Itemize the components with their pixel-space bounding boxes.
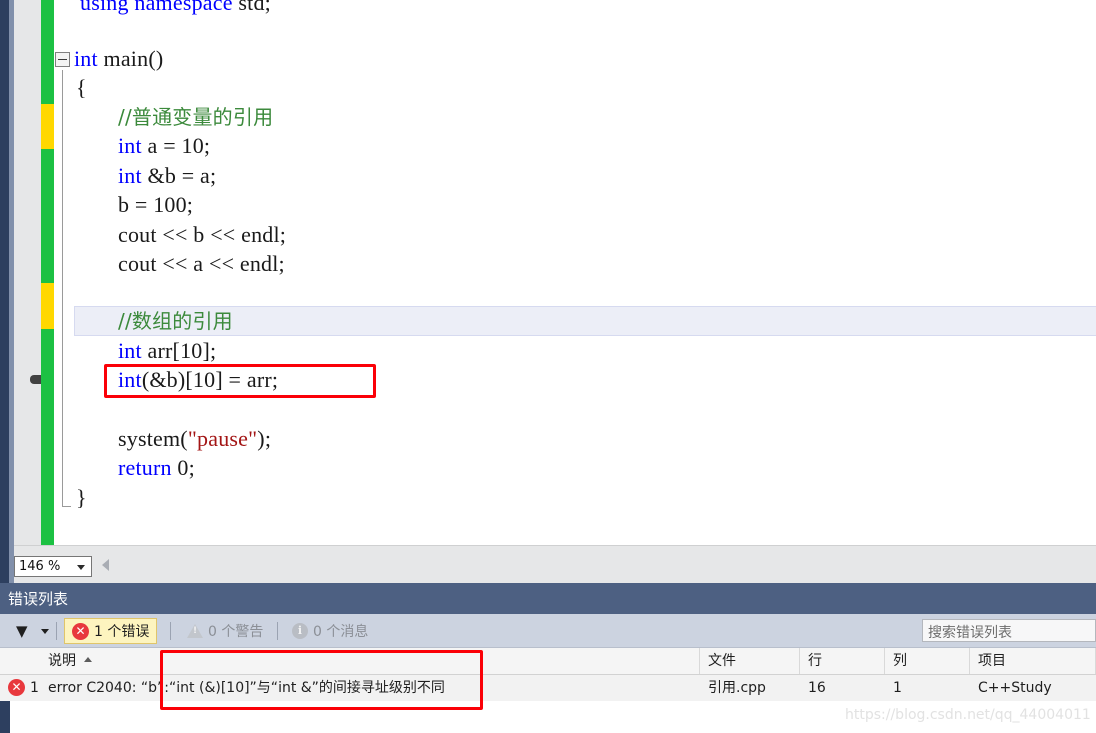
code-token-plain: } <box>76 485 87 510</box>
change-indicator-segment <box>41 149 54 283</box>
table-row[interactable]: ✕ 1 error C2040: “b”:“int (&)[10]”与“int &”… <box>0 675 1096 701</box>
row-project: C++Study <box>978 680 1052 696</box>
code-token-kw: namespace <box>134 0 233 15</box>
warnings-filter-button[interactable]: 0 个警告 <box>180 618 270 644</box>
column-header-label: 文件 <box>708 653 736 669</box>
code-token-kw: int <box>118 133 142 158</box>
code-token-plain: system( <box>118 426 188 451</box>
error-icon: ✕ <box>8 679 25 696</box>
code-line[interactable]: cout << b << endl; <box>54 220 286 250</box>
code-line[interactable]: int main() <box>54 44 163 74</box>
change-indicator-segment <box>41 0 54 104</box>
code-line[interactable]: b = 100; <box>54 190 193 220</box>
code-line[interactable]: int &b = a; <box>54 161 216 191</box>
code-token-plain: b = 100; <box>118 192 194 217</box>
messages-filter-button[interactable]: i 0 个消息 <box>285 618 375 644</box>
errors-filter-button[interactable]: ✕ 1 个错误 <box>64 618 158 644</box>
code-token-plain: ); <box>257 426 272 451</box>
code-token-kw: int <box>118 163 142 188</box>
row-column: 1 <box>893 680 902 696</box>
code-line[interactable]: //普通变量的引用 <box>54 102 273 132</box>
code-token-plain: &b = a; <box>141 163 217 188</box>
code-line[interactable]: int a = 10; <box>54 131 210 161</box>
code-line[interactable]: int arr[10]; <box>54 336 216 366</box>
code-line[interactable]: cout << a << endl; <box>54 249 285 279</box>
code-token-plain: { <box>76 75 87 100</box>
column-header-4[interactable]: 项目 <box>970 648 1096 674</box>
code-line[interactable]: //数组的引用 <box>54 306 233 336</box>
warnings-count-label: 0 个警告 <box>208 624 264 640</box>
code-token-plain: a = 10; <box>141 133 211 158</box>
code-text-surface[interactable]: using namespace std; int main(){//普通变量的引用… <box>54 0 1096 545</box>
code-token-cmt: //数组的引用 <box>118 309 233 333</box>
code-editor[interactable]: using namespace std; int main(){//普通变量的引用… <box>0 0 1096 583</box>
toolbar-separator <box>56 622 57 640</box>
column-header-label: 行 <box>808 653 822 669</box>
change-tracking-bar <box>41 0 54 583</box>
code-token-kw: int <box>74 46 98 71</box>
code-line[interactable]: int(&b)[10] = arr; <box>54 365 278 395</box>
zoom-level-value: 146 % <box>19 559 61 574</box>
error-list-title: 错误列表 <box>8 590 69 608</box>
error-list-titlebar[interactable]: 错误列表 <box>0 583 1096 614</box>
search-error-list-input[interactable]: 搜索错误列表 <box>922 619 1096 642</box>
column-header-label: 说明 <box>48 653 76 669</box>
zoom-level-combobox[interactable]: 146 % <box>14 556 92 577</box>
toolbar-separator-3 <box>277 622 278 640</box>
code-token-plain: main() <box>97 46 164 71</box>
error-icon: ✕ <box>72 622 89 640</box>
change-indicator-segment <box>41 329 54 545</box>
code-line[interactable]: using namespace std; <box>54 0 271 18</box>
code-token-str: "pause" <box>187 426 258 451</box>
messages-count-label: 0 个消息 <box>313 624 369 640</box>
column-header-label: 列 <box>893 653 907 669</box>
error-list-column-headers[interactable]: 说明 文件 行 列 项目 <box>0 648 1096 675</box>
editor-left-edge-strip <box>0 0 14 583</box>
code-line[interactable]: } <box>54 483 87 513</box>
code-token-plain: std; <box>232 0 271 15</box>
sort-ascending-icon <box>84 657 92 662</box>
column-header-0[interactable]: 说明 <box>40 648 700 674</box>
row-file: 引用.cpp <box>708 680 766 696</box>
warning-icon <box>187 624 203 638</box>
column-header-label: 项目 <box>978 653 1006 669</box>
code-token-plain: (&b)[10] = arr; <box>141 367 279 392</box>
info-icon: i <box>292 623 308 639</box>
chevron-down-icon[interactable] <box>77 565 85 570</box>
horizontal-scrollbar-track[interactable] <box>114 554 1096 578</box>
column-header-1[interactable]: 文件 <box>700 648 800 674</box>
watermark-text: https://blog.csdn.net/qq_44004011 <box>845 707 1091 723</box>
change-indicator-segment <box>41 104 54 149</box>
filter-dropdown-chevron-icon[interactable] <box>41 629 49 634</box>
scroll-left-arrow-icon[interactable] <box>102 559 109 571</box>
code-token-plain: cout << b << endl; <box>118 222 287 247</box>
code-token-plain: arr[10]; <box>141 338 217 363</box>
row-number: 1 <box>30 680 39 696</box>
change-indicator-segment <box>41 283 54 329</box>
code-token-plain: cout << a << endl; <box>118 251 285 276</box>
errors-count-label: 1 个错误 <box>94 624 150 640</box>
search-input-placeholder: 搜索错误列表 <box>928 625 1012 641</box>
code-token-plain: 0; <box>171 455 195 480</box>
code-token-kw: int <box>118 338 142 363</box>
code-token-cmt: //普通变量的引用 <box>118 105 274 129</box>
column-header-2[interactable]: 行 <box>800 648 885 674</box>
toolbar-separator-2 <box>170 622 171 640</box>
editor-bottom-bar: 146 % <box>14 545 1096 583</box>
editor-scroll-margin[interactable] <box>14 0 48 583</box>
code-line[interactable]: return 0; <box>54 453 195 483</box>
column-header-3[interactable]: 列 <box>885 648 970 674</box>
filter-funnel-icon[interactable]: ▼ <box>16 624 28 639</box>
code-token-kw: using <box>80 0 129 15</box>
code-token-kw: return <box>118 455 172 480</box>
code-token-kw: int <box>118 367 142 392</box>
row-description: error C2040: “b”:“int (&)[10]”与“int &”的间… <box>48 680 445 696</box>
code-line[interactable]: system("pause"); <box>54 424 271 454</box>
code-line[interactable]: { <box>54 73 87 103</box>
row-line: 16 <box>808 680 826 696</box>
